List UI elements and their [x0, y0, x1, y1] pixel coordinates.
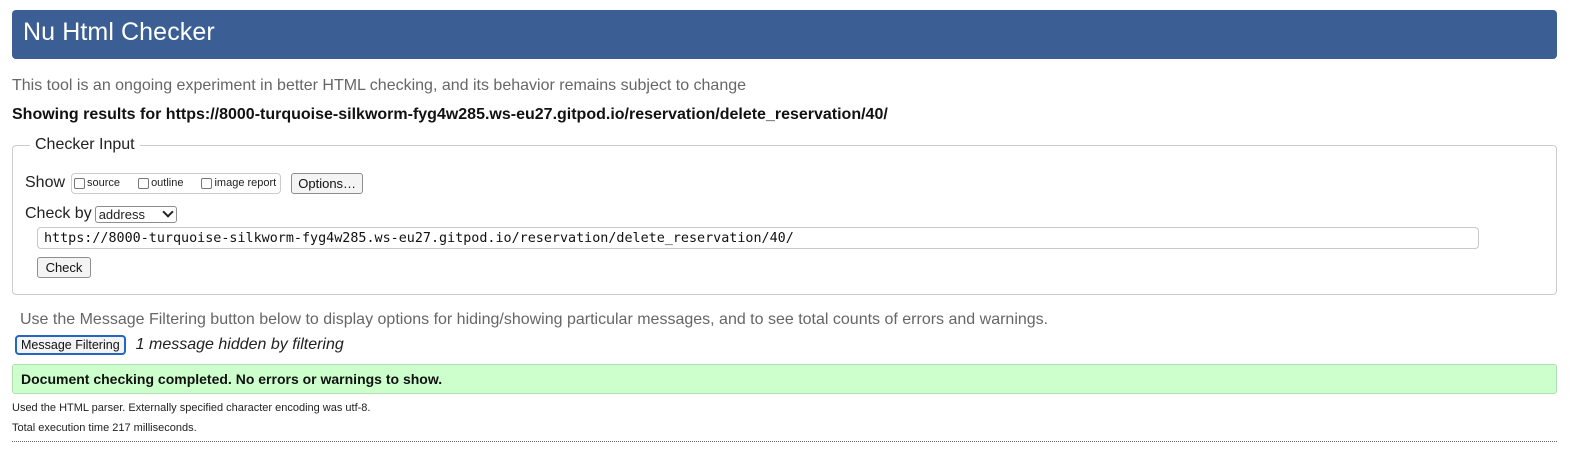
source-option-label: source [87, 177, 121, 189]
parser-info: Used the HTML parser. Externally specifi… [12, 402, 371, 414]
options-button[interactable]: Options… [291, 172, 364, 194]
url-input[interactable]: https://8000-turquoise-silkworm-fyg4w285… [37, 227, 1479, 249]
chevron-down-icon [162, 206, 174, 218]
source-checkbox[interactable] [74, 177, 86, 189]
image-report-option-label: image report [214, 177, 277, 189]
show-image-report-option[interactable]: image report [201, 177, 276, 189]
check-by-row: Check by address [25, 205, 177, 223]
message-filtering-button[interactable]: Message Filtering [15, 335, 126, 355]
success-message: Document checking completed. No errors o… [12, 364, 1557, 394]
filtering-note: Use the Message Filtering button below t… [20, 311, 1049, 328]
page-title: Nu Html Checker [23, 18, 215, 46]
showing-results-heading: Showing results for https://8000-turquoi… [12, 106, 888, 123]
header-bar: Nu Html Checker [12, 10, 1557, 59]
divider [12, 441, 1557, 442]
hidden-messages-note: 1 message hidden by filtering [135, 336, 344, 353]
show-label: Show [25, 174, 66, 191]
show-row: Show source outline image report Options… [25, 172, 364, 194]
page: Nu Html Checker This tool is an ongoing … [0, 0, 1586, 454]
check-by-selected-value: address [98, 206, 145, 222]
check-by-label: Check by [25, 205, 92, 222]
checker-input-fieldset: Checker Input [12, 136, 1557, 295]
filter-row: Message Filtering 1 message hidden by fi… [15, 335, 344, 355]
show-source-option[interactable]: source [74, 177, 120, 189]
show-outline-option[interactable]: outline [138, 177, 183, 189]
intro-text: This tool is an ongoing experiment in be… [12, 77, 747, 94]
show-options-group: source outline image report [71, 172, 282, 194]
check-button[interactable]: Check [37, 257, 91, 278]
image-report-checkbox[interactable] [201, 177, 213, 189]
outline-option-label: outline [151, 177, 184, 189]
execution-time: Total execution time 217 milliseconds. [12, 422, 197, 434]
check-by-select[interactable]: address [94, 205, 177, 223]
outline-checkbox[interactable] [138, 177, 150, 189]
checker-input-legend: Checker Input [35, 136, 135, 153]
